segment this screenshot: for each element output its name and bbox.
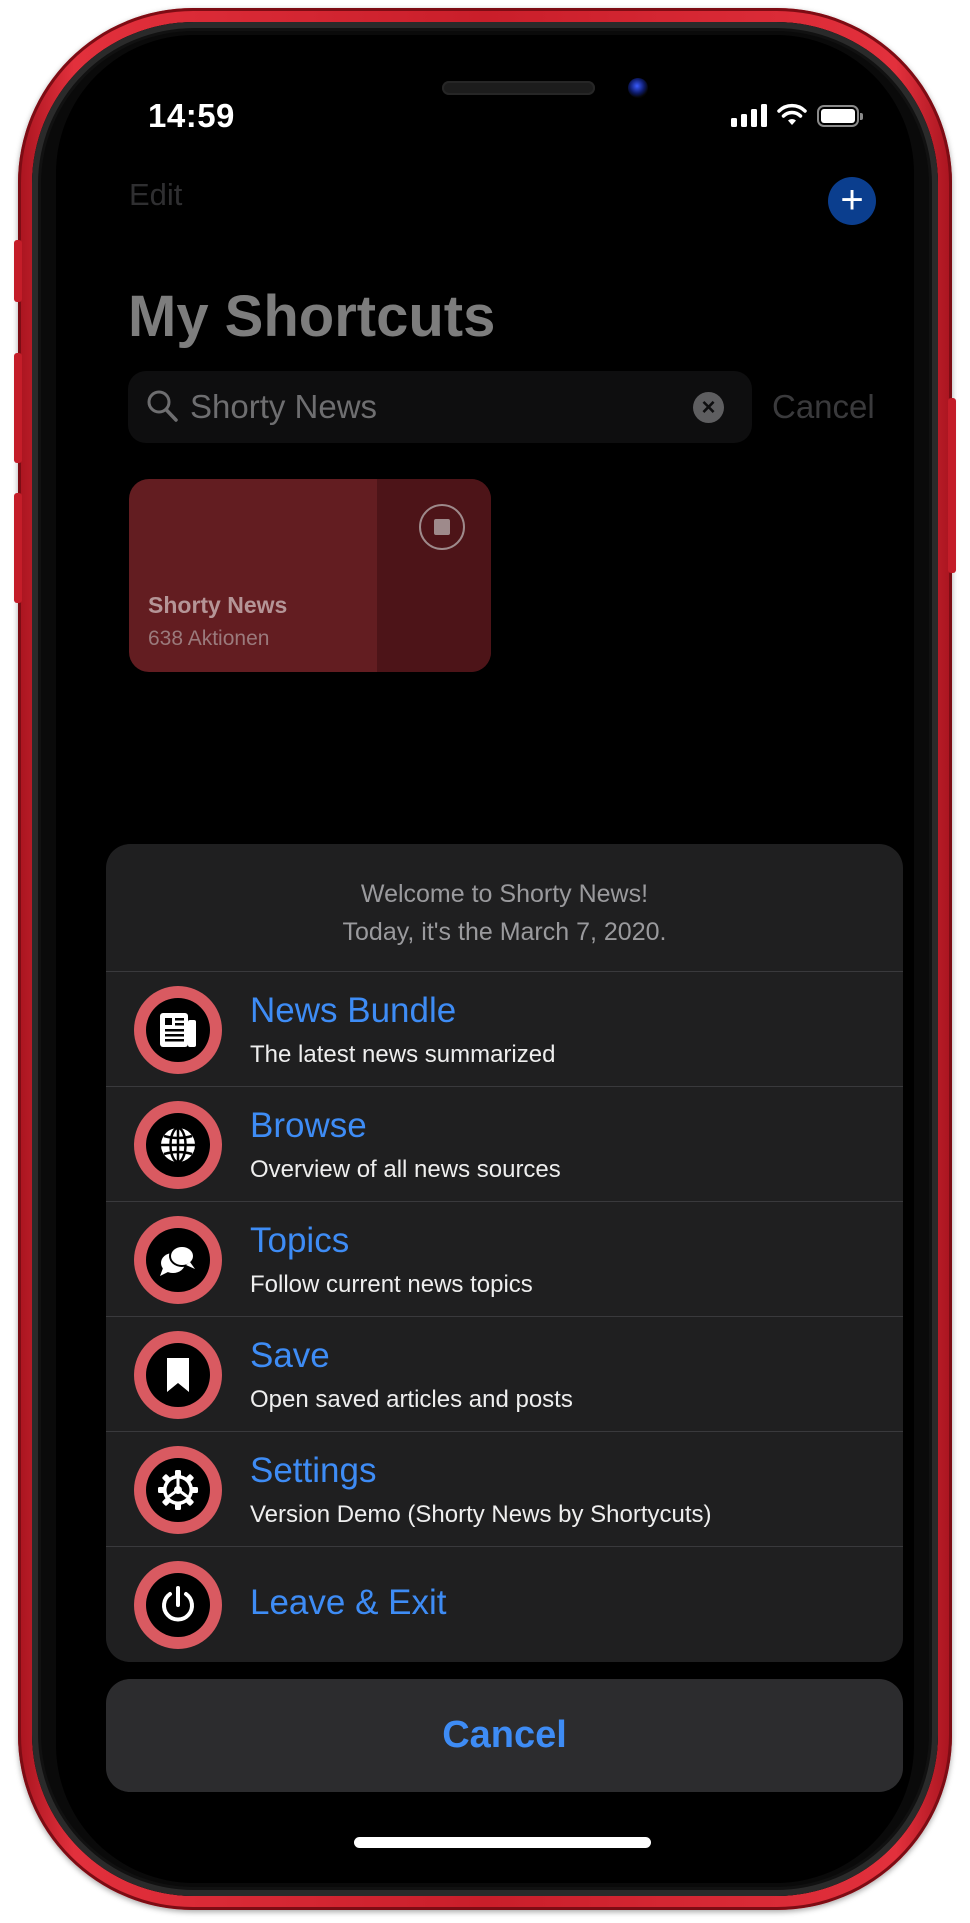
phone-frame: 14:59 Edit + My Shortcuts Shorty News × …: [14, 8, 956, 1910]
bookmark-icon: [167, 1358, 189, 1392]
menu-item-subtitle: Open saved articles and posts: [250, 1386, 573, 1413]
newspaper-icon: [160, 1013, 196, 1047]
menu-item-label: Topics: [250, 1221, 350, 1260]
action-sheet: Welcome to Shorty News! Today, it's the …: [106, 844, 903, 1662]
battery-icon: [817, 105, 863, 127]
screen: 14:59 Edit + My Shortcuts Shorty News × …: [56, 35, 914, 1883]
shortcut-action-count: 638 Aktionen: [148, 627, 270, 650]
menu-item-label: Leave & Exit: [250, 1583, 447, 1622]
shortcut-name: Shorty News: [148, 592, 288, 618]
menu-item-subtitle: The latest news summarized: [250, 1041, 556, 1068]
topics-icon-badge: [134, 1216, 222, 1304]
menu-item-label: Settings: [250, 1451, 377, 1490]
search-icon: [147, 390, 178, 422]
menu-item-save[interactable]: Save Open saved articles and posts: [106, 1317, 903, 1432]
shortcut-tile[interactable]: Shorty News 638 Aktionen: [129, 479, 491, 672]
stop-icon[interactable]: [419, 504, 465, 550]
volume-down-button: [14, 493, 22, 603]
menu-item-subtitle: Follow current news topics: [250, 1271, 533, 1298]
wifi-icon: [777, 103, 807, 125]
settings-icon-badge: [134, 1446, 222, 1534]
edit-button[interactable]: Edit: [129, 177, 182, 213]
menu-item-browse[interactable]: Browse Overview of all news sources: [106, 1087, 903, 1202]
status-icons: [731, 103, 863, 127]
speaker-grille: [442, 81, 595, 95]
menu-item-label: Browse: [250, 1106, 367, 1145]
cellular-signal-icon: [731, 103, 767, 127]
menu-item-subtitle: Version Demo (Shorty News by Shortycuts): [250, 1501, 712, 1528]
sheet-cancel-button[interactable]: Cancel: [106, 1679, 903, 1792]
status-time: 14:59: [148, 97, 235, 134]
menu-item-label: News Bundle: [250, 991, 457, 1030]
menu-item-leave-exit[interactable]: Leave & Exit: [106, 1547, 903, 1661]
home-indicator[interactable]: [354, 1837, 651, 1848]
search-field[interactable]: Shorty News ×: [128, 371, 752, 443]
gear-icon: [158, 1470, 198, 1510]
mute-switch: [14, 240, 22, 302]
search-cancel-button[interactable]: Cancel: [772, 388, 875, 426]
page-title: My Shortcuts: [128, 284, 496, 349]
menu-item-topics[interactable]: Topics Follow current news topics: [106, 1202, 903, 1317]
clear-search-icon[interactable]: ×: [693, 392, 724, 423]
power-button: [948, 398, 956, 573]
front-camera: [628, 78, 648, 98]
menu-item-settings[interactable]: Settings Version Demo (Shorty News by Sh…: [106, 1432, 903, 1547]
add-shortcut-button[interactable]: +: [828, 177, 876, 225]
menu-item-subtitle: Overview of all news sources: [250, 1156, 561, 1183]
sheet-message-line1: Welcome to Shorty News!: [360, 880, 649, 908]
power-icon: [162, 1586, 194, 1622]
save-icon-badge: [134, 1331, 222, 1419]
leave-exit-icon-badge: [134, 1561, 222, 1649]
menu-item-label: Save: [250, 1336, 330, 1375]
menu-item-news-bundle[interactable]: News Bundle The latest news summarized: [106, 972, 903, 1087]
volume-up-button: [14, 353, 22, 463]
sheet-message: Welcome to Shorty News! Today, it's the …: [106, 844, 903, 972]
news-bundle-icon-badge: [134, 986, 222, 1074]
globe-icon: [161, 1126, 195, 1164]
search-input[interactable]: Shorty News: [190, 388, 377, 426]
browse-icon-badge: [134, 1101, 222, 1189]
sheet-message-line2: Today, it's the March 7, 2020.: [342, 918, 667, 946]
speech-bubbles-icon: [160, 1245, 195, 1276]
